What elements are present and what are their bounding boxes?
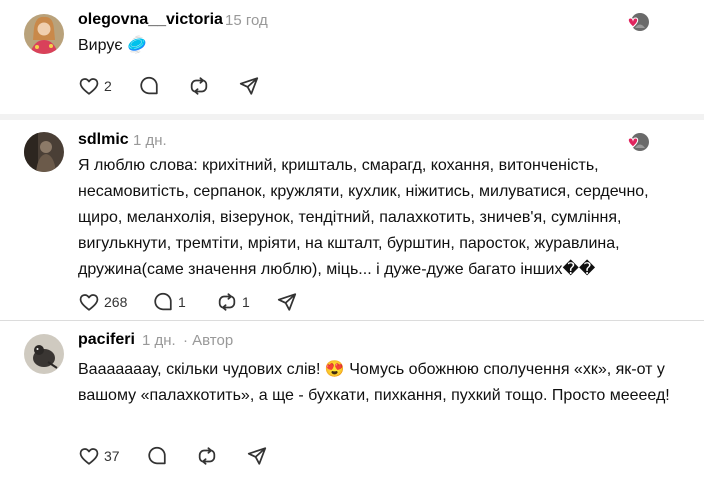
heart-icon <box>79 448 99 465</box>
like-button[interactable]: 37 <box>78 444 120 468</box>
share-icon <box>239 77 259 95</box>
comment-icon <box>148 446 166 465</box>
comment-text: Вирує 🥏 <box>78 37 147 54</box>
share-icon <box>277 293 297 311</box>
liked-by-author-badge <box>625 9 651 35</box>
liked-by-author-badge <box>625 129 651 155</box>
comment-icon <box>140 76 158 95</box>
repost-icon <box>198 447 216 465</box>
repost-button[interactable]: 1 <box>216 290 250 314</box>
comment-2: sdlmic 1 дн. Я люблю слова: крихітний, к… <box>0 120 704 320</box>
comment-text: Я люблю слова: крихітний, кришталь, смар… <box>78 157 649 278</box>
avatar[interactable] <box>24 334 64 374</box>
timestamp[interactable]: 1 дн. <box>142 332 176 349</box>
repost-button[interactable] <box>196 444 222 468</box>
repost-button[interactable] <box>188 74 214 98</box>
username[interactable]: sdlmic <box>78 131 129 149</box>
reply-button[interactable] <box>138 74 164 98</box>
comment-3: paciferi 1 дн. · Автор Вааааааау, скільк… <box>0 320 704 490</box>
comment-text: Вааааааау, скільки чудових слів! 😍 Чомус… <box>78 361 670 404</box>
share-icon <box>247 447 267 465</box>
share-button[interactable] <box>276 290 298 314</box>
avatar[interactable] <box>24 14 64 54</box>
heart-icon <box>79 294 99 311</box>
reply-button[interactable]: 1 <box>152 290 186 314</box>
timestamp[interactable]: 1 дн. <box>133 132 167 149</box>
like-count: 268 <box>104 294 128 310</box>
comment-1: olegovna__victoria 15 год Вирує 🥏 2 <box>0 0 704 120</box>
comment-icon <box>154 292 172 311</box>
share-button[interactable] <box>246 444 268 468</box>
like-count: 2 <box>104 78 112 94</box>
heart-icon <box>79 78 99 95</box>
reply-count: 1 <box>178 294 186 310</box>
timestamp[interactable]: 15 год <box>225 12 268 29</box>
like-button[interactable]: 268 <box>78 290 127 314</box>
like-count: 37 <box>104 448 120 464</box>
share-button[interactable] <box>238 74 260 98</box>
avatar[interactable] <box>24 132 64 172</box>
reply-button[interactable] <box>146 444 172 468</box>
repost-icon <box>190 77 208 95</box>
username[interactable]: paciferi <box>78 331 135 349</box>
like-button[interactable]: 2 <box>78 74 112 98</box>
repost-icon <box>218 293 236 311</box>
repost-count: 1 <box>242 294 250 310</box>
author-badge: · Автор <box>183 332 234 349</box>
username[interactable]: olegovna__victoria <box>78 11 223 29</box>
